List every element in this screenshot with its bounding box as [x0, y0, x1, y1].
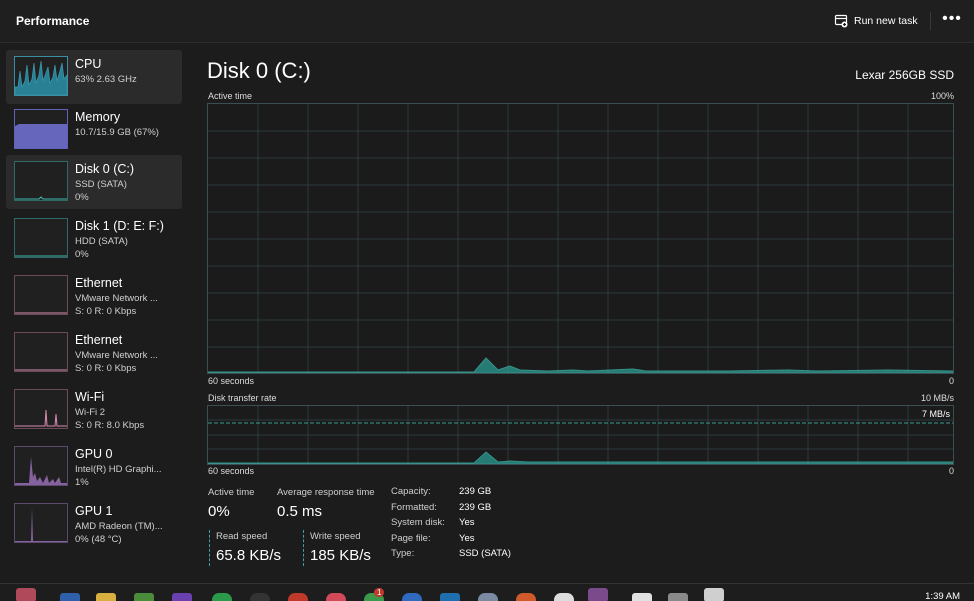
write-speed-label: Write speed: [310, 531, 361, 542]
active-time-graph: [207, 103, 954, 374]
app-icon[interactable]: [704, 588, 724, 601]
more-options-button[interactable]: •••: [940, 10, 964, 32]
disk-0-thumbnail: [14, 161, 68, 201]
transfer-graph-label: Disk transfer rate: [208, 393, 277, 403]
sidebar-item-usage: 0% (48 °C): [75, 534, 122, 545]
transfer-rate-graph: [207, 405, 954, 465]
disk-1-thumbnail: [14, 218, 68, 258]
disk-title: Disk 0 (C:): [207, 58, 311, 83]
avg-response-label: Average response time: [277, 487, 375, 498]
avg-response-value: 0.5 ms: [277, 503, 323, 520]
sidebar-item-label: GPU 1: [75, 504, 113, 518]
system-disk-label: System disk:: [391, 517, 445, 528]
sidebar-item-label: CPU: [75, 57, 102, 71]
gpu-1-thumbnail: [14, 503, 68, 543]
active-time-stat-value: 0%: [208, 503, 230, 520]
type-value: SSD (SATA): [459, 548, 511, 559]
sidebar-item-label: Memory: [75, 110, 121, 124]
sidebar-item-detail: 63% 2.63 GHz: [75, 74, 137, 85]
active-time-graph-label: Active time: [208, 91, 253, 101]
formatted-value: 239 GB: [459, 502, 492, 513]
sidebar-item-detail: Intel(R) HD Graphi...: [75, 464, 162, 475]
sidebar-item-ethernet-2[interactable]: Ethernet VMware Network ... S: 0 R: 0 Kb…: [6, 326, 182, 380]
wifi-thumbnail: [14, 389, 68, 429]
type-label: Type:: [391, 548, 415, 559]
cpu-thumbnail: [14, 56, 68, 96]
run-task-label: Run new task: [854, 15, 918, 27]
sidebar-item-detail: SSD (SATA): [75, 179, 127, 190]
sidebar-item-label: Ethernet: [75, 276, 123, 290]
sidebar-item-usage: S: 0 R: 0 Kbps: [75, 306, 137, 317]
transfer-max-label: 10 MB/s: [920, 393, 954, 403]
transfer-line-label: 7 MB/s: [921, 409, 950, 419]
active-time-stat-label: Active time: [208, 487, 255, 498]
sidebar-item-ethernet-1[interactable]: Ethernet VMware Network ... S: 0 R: 0 Kb…: [6, 269, 182, 323]
sidebar: CPU 63% 2.63 GHz Memory 10.7/15.9 GB (67…: [0, 43, 190, 583]
sidebar-item-detail: VMware Network ...: [75, 293, 158, 304]
system-disk-value: Yes: [459, 517, 475, 528]
read-speed-value: 65.8 KB/s: [216, 547, 282, 564]
page-file-label: Page file:: [391, 533, 431, 544]
sidebar-item-disk-0[interactable]: Disk 0 (C:) SSD (SATA) 0%: [6, 155, 182, 209]
active-time-max-label: 100%: [930, 91, 954, 101]
calendar-app-icon[interactable]: [16, 588, 36, 601]
sidebar-item-usage: S: 0 R: 8.0 Kbps: [75, 420, 145, 431]
sidebar-item-disk-1[interactable]: Disk 1 (D: E: F:) HDD (SATA) 0%: [6, 212, 182, 266]
capacity-value: 239 GB: [459, 486, 492, 497]
sidebar-item-detail: Wi-Fi 2: [75, 407, 106, 418]
sidebar-item-label: GPU 0: [75, 447, 113, 461]
sidebar-item-memory[interactable]: Memory 10.7/15.9 GB (67%): [6, 103, 182, 157]
ethernet-2-thumbnail: [14, 332, 68, 372]
sidebar-item-gpu-1[interactable]: GPU 1 AMD Radeon (TM)... 0% (48 °C): [6, 497, 182, 551]
disk-model: Lexar 256GB SSD: [855, 68, 954, 82]
page-file-value: Yes: [459, 533, 475, 544]
run-task-icon: [834, 14, 848, 28]
sidebar-item-cpu[interactable]: CPU 63% 2.63 GHz: [6, 50, 182, 104]
sidebar-item-wifi[interactable]: Wi-Fi Wi-Fi 2 S: 0 R: 8.0 Kbps: [6, 383, 182, 437]
write-speed-box: Write speed 185 KB/s: [303, 530, 384, 566]
page-title: Performance: [16, 14, 90, 28]
sidebar-item-detail: VMware Network ...: [75, 350, 158, 361]
sidebar-item-label: Wi-Fi: [75, 390, 105, 404]
sidebar-item-usage: 0%: [75, 249, 89, 260]
divider: [930, 12, 931, 30]
sidebar-item-detail: AMD Radeon (TM)...: [75, 521, 163, 532]
title-bar: Performance Run new task •••: [0, 0, 974, 43]
sidebar-item-label: Disk 0 (C:): [75, 162, 135, 176]
read-speed-box: Read speed 65.8 KB/s: [209, 530, 290, 566]
run-new-task-button[interactable]: Run new task: [834, 10, 918, 32]
memory-thumbnail: [14, 109, 68, 149]
write-speed-value: 185 KB/s: [310, 547, 371, 564]
sidebar-item-label: Ethernet: [75, 333, 123, 347]
task-manager-icon[interactable]: [588, 588, 608, 601]
taskbar: 1 1:39 AM: [0, 583, 974, 601]
transfer-x-left-label: 60 seconds: [208, 466, 255, 476]
sidebar-item-usage: 0%: [75, 192, 89, 203]
ethernet-1-thumbnail: [14, 275, 68, 315]
formatted-label: Formatted:: [391, 502, 437, 513]
sidebar-item-usage: S: 0 R: 0 Kbps: [75, 363, 137, 374]
capacity-label: Capacity:: [391, 486, 431, 497]
sidebar-item-label: Disk 1 (D: E: F:): [75, 219, 164, 233]
sidebar-item-usage: 1%: [75, 477, 89, 488]
transfer-x-right-label: 0: [948, 466, 954, 476]
read-speed-label: Read speed: [216, 531, 268, 542]
sidebar-item-detail: 10.7/15.9 GB (67%): [75, 127, 159, 138]
active-time-x-right-label: 0: [948, 376, 954, 386]
notification-badge: 1: [374, 588, 385, 597]
gpu-0-thumbnail: [14, 446, 68, 486]
disk-detail-panel: Disk 0 (C:) Lexar 256GB SSD Active time …: [190, 43, 974, 583]
active-time-x-left-label: 60 seconds: [208, 376, 255, 386]
sidebar-item-gpu-0[interactable]: GPU 0 Intel(R) HD Graphi... 1%: [6, 440, 182, 494]
sidebar-item-detail: HDD (SATA): [75, 236, 128, 247]
